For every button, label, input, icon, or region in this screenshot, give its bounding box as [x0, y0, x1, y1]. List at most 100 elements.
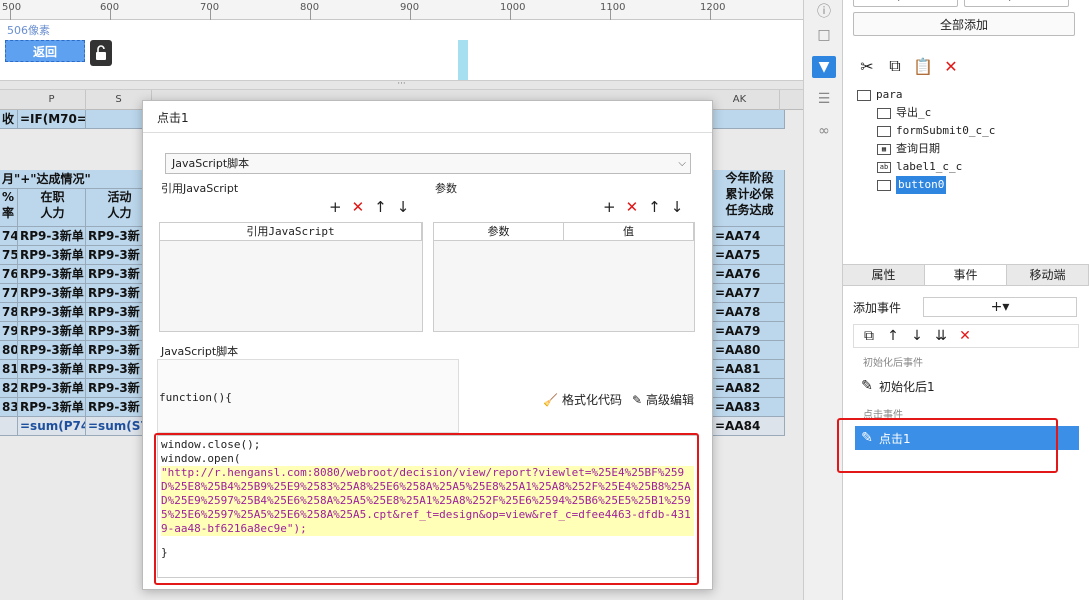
- cell[interactable]: RP9-3新单: [18, 265, 86, 284]
- cell[interactable]: 79,: [0, 322, 18, 341]
- cell[interactable]: =AA78: [713, 303, 785, 322]
- cell[interactable]: =AA81: [713, 360, 785, 379]
- edit-icon: ✎: [631, 393, 643, 407]
- cell[interactable]: =AA79: [713, 322, 785, 341]
- cell[interactable]: =AA82: [713, 379, 785, 398]
- cell[interactable]: RP9-3新单: [18, 398, 86, 417]
- tab-properties[interactable]: 属性: [843, 265, 925, 285]
- button-icon: [877, 107, 891, 119]
- js-script-label: JavaScript脚本: [161, 345, 239, 358]
- tree-item-selected[interactable]: button0: [857, 176, 1079, 194]
- add-all-button[interactable]: 全部添加: [853, 12, 1075, 36]
- frame-icon[interactable]: □: [812, 24, 836, 46]
- cell[interactable]: =AA80: [713, 341, 785, 360]
- cell[interactable]: RP9-3新单: [18, 227, 86, 246]
- ruler-label: 900: [400, 2, 420, 13]
- depends-box[interactable]: depends: [964, 0, 1069, 7]
- tab-mobile[interactable]: 移动端: [1007, 265, 1089, 285]
- cell[interactable]: 在职 人力: [18, 189, 86, 227]
- widget-settings-icon[interactable]: ▼: [812, 56, 836, 78]
- cut-icon[interactable]: ✂: [857, 56, 877, 76]
- cell[interactable]: =AA83: [713, 398, 785, 417]
- cell[interactable]: RP9-3新单: [18, 284, 86, 303]
- cell[interactable]: =AA75: [713, 246, 785, 265]
- sort-icon[interactable]: ⇊: [932, 326, 950, 346]
- cell[interactable]: 今年阶段 累计必保 任务达成: [713, 170, 785, 227]
- tree-item[interactable]: ▦ 查询日期: [857, 140, 1079, 158]
- function-header: function(){: [159, 391, 232, 404]
- add-icon[interactable]: +: [329, 198, 342, 216]
- cell[interactable]: 76,: [0, 265, 18, 284]
- cell[interactable]: =AA77: [713, 284, 785, 303]
- link-icon[interactable]: ∞: [812, 120, 836, 142]
- cell[interactable]: =AA76: [713, 265, 785, 284]
- cell[interactable]: % 率: [0, 189, 18, 227]
- cell[interactable]: 83,: [0, 398, 18, 417]
- cell[interactable]: 80,: [0, 341, 18, 360]
- arrow-up-icon[interactable]: ↑: [374, 198, 387, 216]
- depends-row: depends depends: [853, 0, 1075, 7]
- cell[interactable]: RP9-3新单: [18, 322, 86, 341]
- cell[interactable]: =AA74: [713, 227, 785, 246]
- arrow-up-icon[interactable]: ↑: [884, 326, 902, 346]
- event-init-item[interactable]: ✎ 初始化后1: [855, 374, 1079, 398]
- cell[interactable]: [0, 417, 18, 436]
- script-type-value: JavaScript脚本: [172, 157, 250, 170]
- arrow-down-icon[interactable]: ↓: [908, 326, 926, 346]
- advanced-edit-label: 高级编辑: [646, 393, 695, 407]
- arrow-down-icon[interactable]: ↓: [397, 198, 410, 216]
- splitter-handle[interactable]: ···: [0, 80, 803, 90]
- cell[interactable]: RP9-3新单: [18, 379, 86, 398]
- advanced-edit-button[interactable]: ✎ 高级编辑: [632, 391, 694, 408]
- tree-item[interactable]: 导出_c: [857, 104, 1079, 122]
- chevron-down-icon[interactable]: ⌵: [678, 154, 686, 173]
- add-icon[interactable]: +: [603, 198, 616, 216]
- cell[interactable]: =sum(P74:: [18, 417, 86, 436]
- delete-icon[interactable]: ✕: [626, 198, 639, 216]
- cell[interactable]: RP9-3新单: [18, 341, 86, 360]
- copy-icon[interactable]: ⧉: [860, 326, 878, 346]
- cell[interactable]: =AA84: [713, 417, 785, 436]
- cell[interactable]: 77,: [0, 284, 18, 303]
- info-icon[interactable]: ⓘ: [812, 0, 836, 22]
- tab-events[interactable]: 事件: [925, 265, 1007, 285]
- delete-icon[interactable]: ✕: [956, 326, 974, 346]
- lock-icon[interactable]: [90, 40, 112, 66]
- delete-icon[interactable]: ✕: [941, 56, 961, 76]
- cell[interactable]: RP9-3新单: [18, 360, 86, 379]
- vertical-toolbar: ⓘ □ ▼ ☰ ∞: [803, 0, 843, 600]
- ref-js-table[interactable]: 引用JavaScript: [159, 222, 423, 332]
- cell[interactable]: 81,: [0, 360, 18, 379]
- cell[interactable]: 78,: [0, 303, 18, 322]
- red-highlight-box: [837, 418, 1058, 473]
- add-event-dropdown[interactable]: +▾: [923, 297, 1077, 317]
- widget-edit-toolbar: ✂ ⧉ 📋 ✕: [857, 56, 961, 78]
- layers-icon[interactable]: ☰: [812, 88, 836, 110]
- back-button[interactable]: 返回: [5, 40, 85, 62]
- script-type-select[interactable]: JavaScript脚本 ⌵: [165, 153, 691, 174]
- column-header[interactable]: P: [18, 90, 86, 110]
- label-icon: ab: [877, 161, 891, 173]
- cell[interactable]: 75,: [0, 246, 18, 265]
- section-title-cell[interactable]: 月"+"达成情况": [0, 170, 152, 189]
- copy-icon[interactable]: ⧉: [885, 56, 905, 76]
- param-label: 参数: [435, 182, 457, 195]
- arrow-down-icon[interactable]: ↓: [671, 198, 684, 216]
- arrow-up-icon[interactable]: ↑: [648, 198, 661, 216]
- cell[interactable]: 82,: [0, 379, 18, 398]
- cell[interactable]: =IF(M70=: [18, 110, 86, 129]
- cell[interactable]: 74,: [0, 227, 18, 246]
- tree-root[interactable]: para: [857, 86, 1079, 104]
- paste-icon[interactable]: 📋: [913, 56, 933, 76]
- cell[interactable]: 收: [0, 110, 18, 129]
- param-table[interactable]: 参数 值: [433, 222, 695, 332]
- design-canvas[interactable]: 506像素 返回: [0, 20, 803, 100]
- tree-item[interactable]: formSubmit0_c_c: [857, 122, 1079, 140]
- delete-icon[interactable]: ✕: [352, 198, 365, 216]
- depends-box[interactable]: depends: [853, 0, 958, 7]
- format-code-button[interactable]: 🧹 格式化代码: [543, 391, 622, 408]
- tree-label: 导出_c: [896, 106, 932, 119]
- cell[interactable]: RP9-3新单: [18, 303, 86, 322]
- tree-item[interactable]: ab label1_c_c: [857, 158, 1079, 176]
- cell[interactable]: RP9-3新单: [18, 246, 86, 265]
